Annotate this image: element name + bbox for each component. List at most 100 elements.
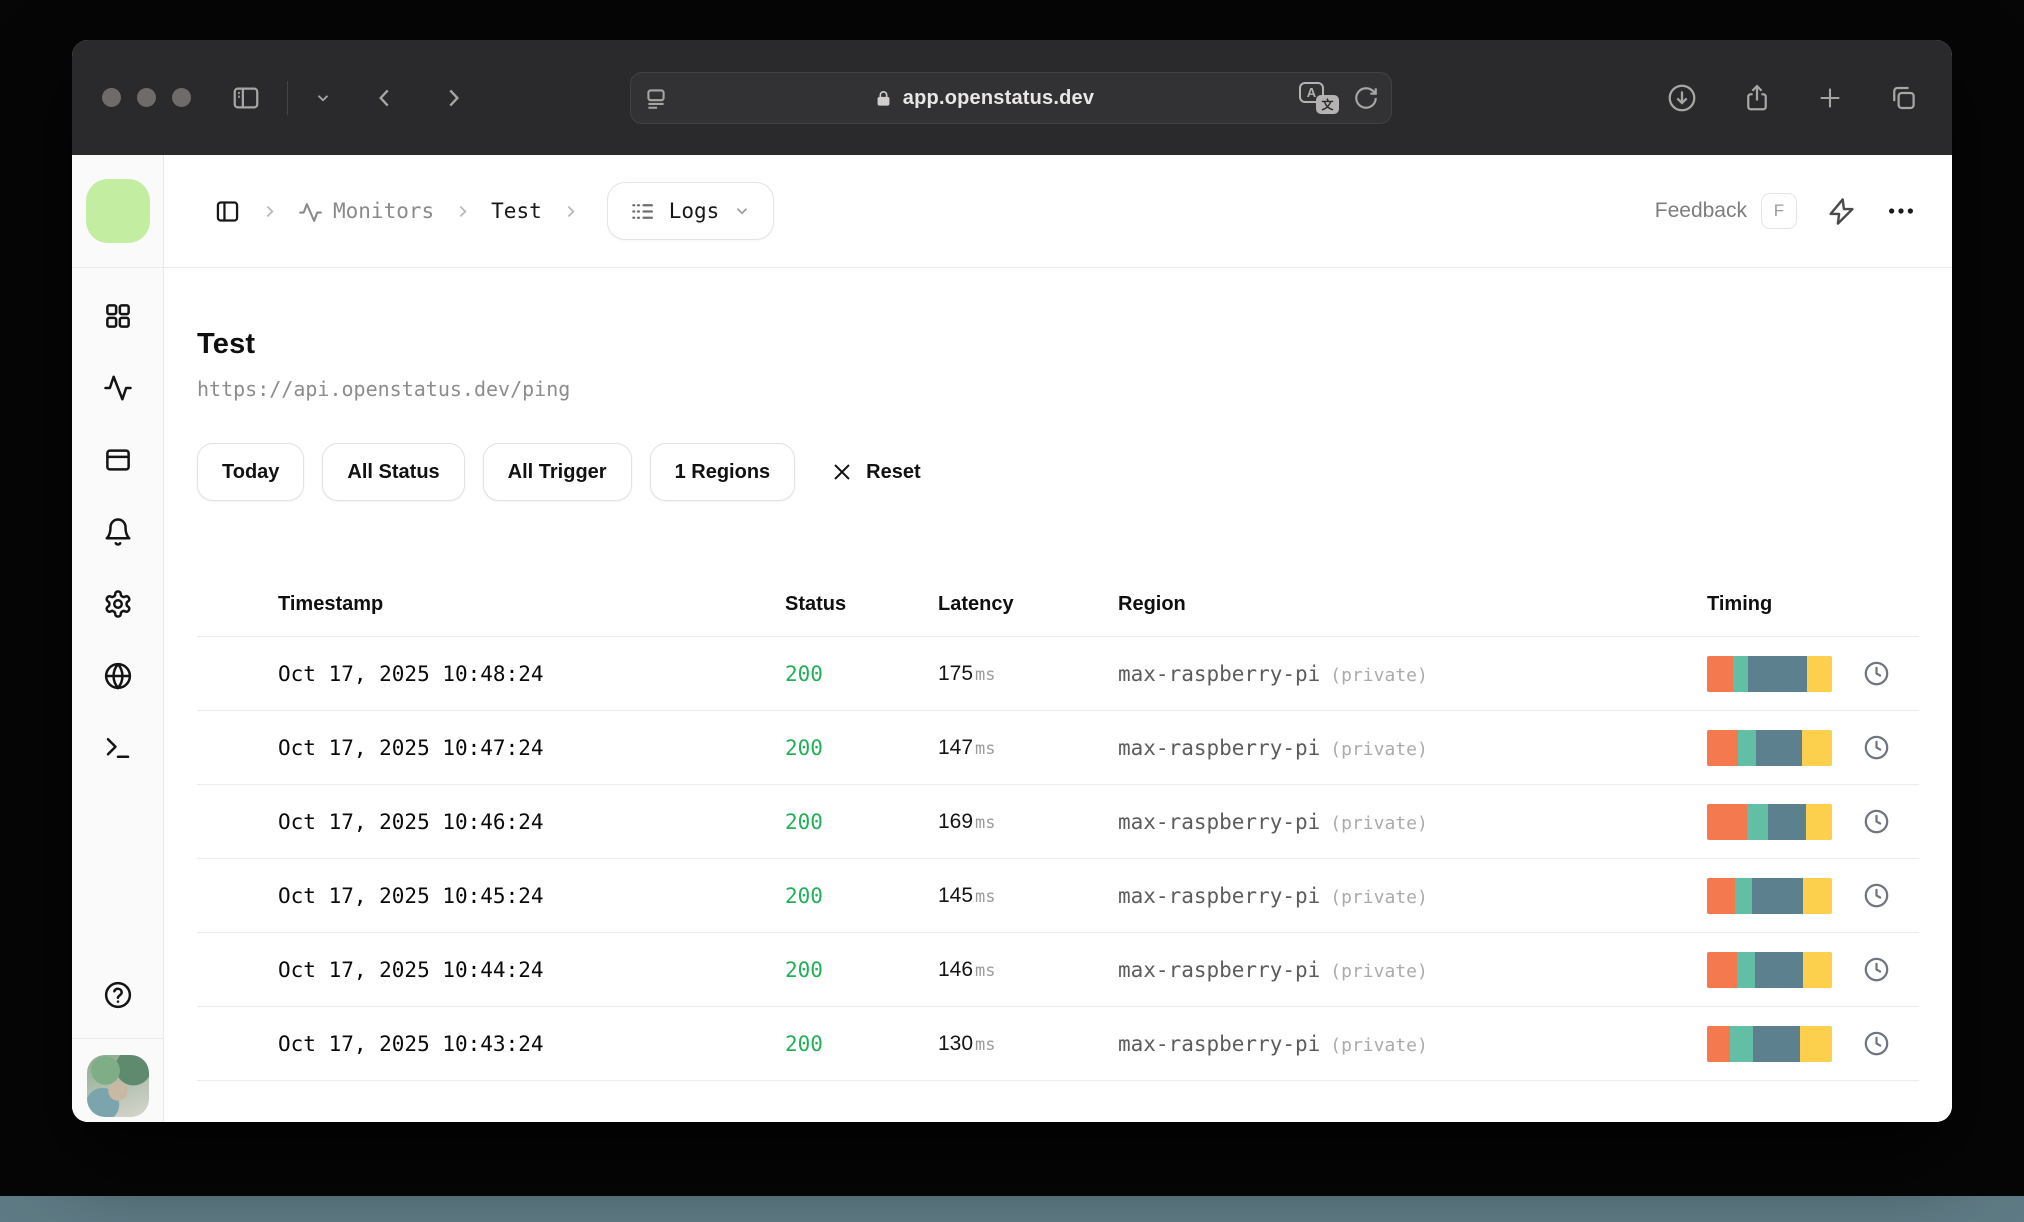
panel-top-icon <box>105 449 130 471</box>
sidebar-item-monitors[interactable] <box>103 373 133 403</box>
timing-details-button[interactable] <box>1863 734 1919 761</box>
page-settings-button[interactable] <box>643 85 669 111</box>
minimize-window-button[interactable] <box>137 88 156 107</box>
column-header-timing: Timing <box>1707 593 1773 615</box>
translate-icon: A文 <box>1299 82 1339 114</box>
cell-region: max-raspberry-pi (private) <box>1118 1031 1428 1056</box>
table-row[interactable]: Oct 17, 2025 10:44:24 200 146 ms max-rasp… <box>197 933 1919 1007</box>
activity-icon <box>103 375 132 401</box>
sidebar-divider <box>72 1038 163 1039</box>
cell-region: max-raspberry-pi (private) <box>1118 957 1428 982</box>
cell-region: max-raspberry-pi (private) <box>1118 809 1428 834</box>
forward-button[interactable] <box>440 85 466 111</box>
column-header-timestamp: Timestamp <box>278 593 384 615</box>
user-avatar[interactable] <box>86 1055 149 1117</box>
filter-status[interactable]: All Status <box>322 443 465 501</box>
sidebar-item-status-pages[interactable] <box>103 445 133 475</box>
region-visibility-note: (private) <box>1330 1034 1428 1056</box>
more-options-button[interactable] <box>1886 196 1916 226</box>
table-row[interactable]: Oct 17, 2025 10:43:24 200 130 ms max-rasp… <box>197 1007 1919 1081</box>
tabs-icon <box>1893 86 1915 109</box>
breadcrumb-chevron-icon <box>261 203 278 220</box>
timing-details-button[interactable] <box>1863 1030 1919 1057</box>
log-rows: Oct 17, 2025 10:48:24 200 175 ms max-rasp… <box>197 637 1919 1081</box>
share-button[interactable] <box>1742 83 1772 113</box>
breadcrumb-monitor-name[interactable]: Test <box>491 199 542 223</box>
globe-icon <box>104 662 131 690</box>
view-selector-button[interactable]: Logs <box>606 182 775 240</box>
filter-trigger[interactable]: All Trigger <box>482 443 632 501</box>
terminal-icon <box>106 738 129 758</box>
table-row[interactable]: Oct 17, 2025 10:48:24 200 175 ms max-rasp… <box>197 637 1919 711</box>
feedback-button[interactable]: Feedback F <box>1655 193 1797 229</box>
cell-region: max-raspberry-pi (private) <box>1118 735 1428 760</box>
app-sidebar <box>72 155 164 1122</box>
latency-unit: ms <box>975 886 996 907</box>
clock-icon <box>1864 957 1889 982</box>
url-text-group: app.openstatus.dev <box>669 87 1299 110</box>
logs-list-icon <box>631 203 653 219</box>
translate-button[interactable]: A文 <box>1299 82 1339 114</box>
sidebar-item-global[interactable] <box>103 661 133 691</box>
clock-icon <box>1864 661 1889 686</box>
cell-timestamp: Oct 17, 2025 10:45:24 <box>278 883 544 908</box>
quick-actions-button[interactable] <box>1827 197 1856 226</box>
toolbar-divider <box>287 80 288 115</box>
browser-window: app.openstatus.dev A文 Monitors Test Logs… <box>72 40 1952 1122</box>
timing-details-button[interactable] <box>1863 882 1919 909</box>
downloads-button[interactable] <box>1666 82 1698 114</box>
sidebar-item-cli[interactable] <box>103 733 133 763</box>
timing-details-button[interactable] <box>1863 808 1919 835</box>
cell-status-code: 200 <box>785 809 823 834</box>
zoom-window-button[interactable] <box>172 88 191 107</box>
close-window-button[interactable] <box>102 88 121 107</box>
timing-details-button[interactable] <box>1863 956 1919 983</box>
breadcrumb-monitors[interactable]: Monitors <box>298 199 434 224</box>
workspace-logo[interactable] <box>85 179 150 243</box>
timing-bar <box>1707 1025 1832 1062</box>
sidebar-chevron-button[interactable] <box>314 89 332 107</box>
reload-button[interactable] <box>1353 85 1379 111</box>
region-visibility-note: (private) <box>1330 738 1428 760</box>
cell-timestamp: Oct 17, 2025 10:48:24 <box>278 661 544 686</box>
filter-time-range[interactable]: Today <box>197 443 305 501</box>
tab-overview-button[interactable] <box>1888 83 1918 113</box>
latency-unit: ms <box>975 812 996 833</box>
new-tab-button[interactable] <box>1816 84 1844 112</box>
sidebar-item-dashboard[interactable] <box>103 301 133 331</box>
clock-icon <box>1864 1031 1889 1056</box>
filter-bar: Today All Status All Trigger 1 Regions R… <box>197 443 1919 501</box>
table-row[interactable]: Oct 17, 2025 10:46:24 200 169 ms max-rasp… <box>197 785 1919 859</box>
column-header-status: Status <box>785 593 847 615</box>
cell-timestamp: Oct 17, 2025 10:44:24 <box>278 957 544 982</box>
chevron-down-icon <box>737 208 748 215</box>
browser-sidebar-toggle-button[interactable] <box>231 83 261 113</box>
download-icon <box>1668 84 1696 111</box>
cell-region: max-raspberry-pi (private) <box>1118 883 1428 908</box>
latency-unit: ms <box>975 960 996 981</box>
clock-icon <box>1864 735 1889 760</box>
activity-icon <box>299 202 322 222</box>
browser-toolbar: app.openstatus.dev A文 <box>72 40 1952 155</box>
filter-regions[interactable]: 1 Regions <box>649 443 796 501</box>
back-button[interactable] <box>372 85 398 111</box>
help-button[interactable] <box>103 980 133 1010</box>
app-sidebar-toggle-button[interactable] <box>214 198 241 225</box>
sidebar-icon <box>233 87 259 108</box>
x-icon <box>834 464 850 480</box>
workspace-logo-container <box>72 155 163 268</box>
content-area: Monitors Test Logs Feedback F Test https… <box>164 155 1952 1122</box>
timing-bar <box>1707 877 1832 914</box>
reset-filters-button[interactable]: Reset <box>831 461 921 484</box>
table-header-row: Timestamp Status Latency Region Timing <box>197 573 1919 637</box>
timing-details-button[interactable] <box>1863 660 1919 687</box>
sidebar-item-settings[interactable] <box>103 589 133 619</box>
cell-timestamp: Oct 17, 2025 10:46:24 <box>278 809 544 834</box>
table-row[interactable]: Oct 17, 2025 10:45:24 200 145 ms max-rasp… <box>197 859 1919 933</box>
help-circle-icon <box>104 981 131 1009</box>
sidebar-item-notifications[interactable] <box>103 517 133 547</box>
latency-unit: ms <box>975 1034 996 1055</box>
table-row[interactable]: Oct 17, 2025 10:47:24 200 147 ms max-rasp… <box>197 711 1919 785</box>
panel-left-icon <box>216 200 239 222</box>
address-bar[interactable]: app.openstatus.dev A文 <box>630 72 1392 124</box>
